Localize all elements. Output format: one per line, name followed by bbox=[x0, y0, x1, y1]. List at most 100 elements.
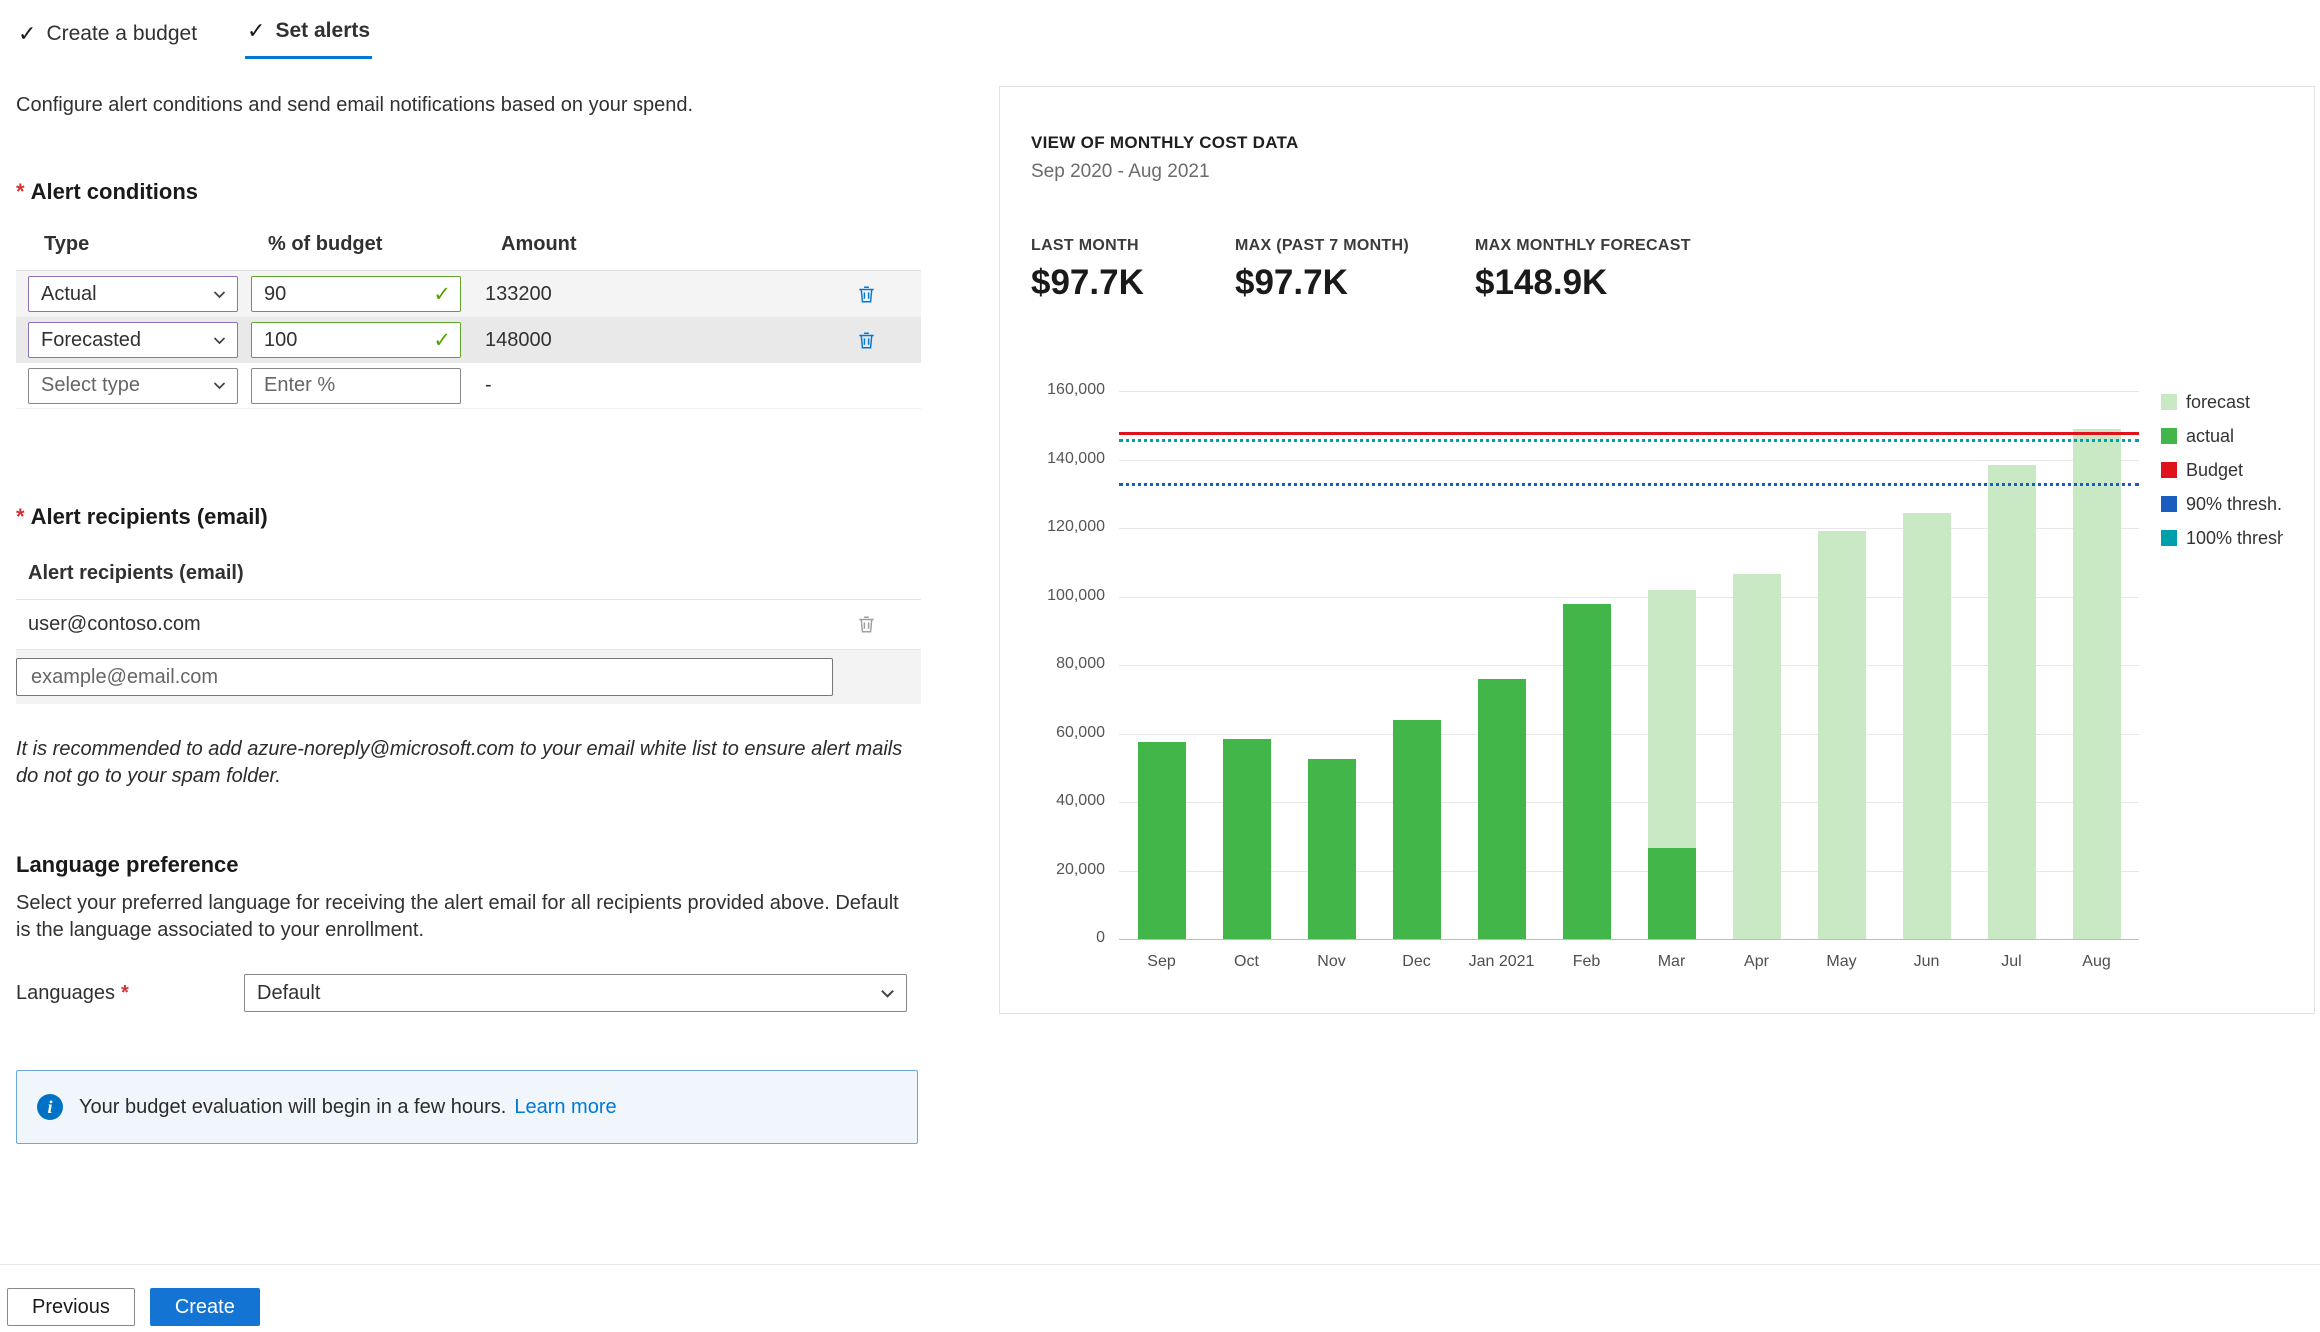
check-icon: ✓ bbox=[18, 21, 37, 46]
select-value: Actual bbox=[41, 282, 97, 305]
legend-label: actual bbox=[2186, 425, 2235, 446]
stat-value: $148.9K bbox=[1475, 263, 1608, 302]
tab-set-alerts[interactable]: ✓ Set alerts bbox=[245, 14, 373, 59]
y-tick-label: 20,000 bbox=[1056, 860, 1105, 878]
alert-recipients-heading: * Alert recipients (email) bbox=[16, 504, 921, 530]
condition-row-empty: Select type - bbox=[16, 363, 921, 409]
footer-divider bbox=[0, 1264, 2320, 1265]
select-value: Default bbox=[257, 981, 321, 1004]
bar-group bbox=[1459, 391, 1544, 939]
alert-type-select[interactable]: Select type bbox=[28, 367, 238, 404]
tab-create-a-budget[interactable]: ✓ Create a budget bbox=[16, 17, 199, 59]
y-tick-label: 120,000 bbox=[1047, 518, 1105, 535]
delete-recipient-button[interactable] bbox=[854, 612, 879, 637]
recipients-table: Alert recipients (email) user@contoso.co… bbox=[16, 548, 921, 704]
alert-type-select[interactable]: Forecasted bbox=[28, 322, 238, 358]
required-asterisk: * bbox=[16, 504, 25, 529]
create-button[interactable]: Create bbox=[149, 1288, 260, 1326]
new-recipient-email-input[interactable] bbox=[16, 658, 833, 696]
bar-group bbox=[1714, 391, 1799, 939]
bar-group bbox=[1884, 391, 1969, 939]
stat-block: MAX MONTHLY FORECAST $148.9K bbox=[1475, 237, 1691, 303]
delete-condition-button[interactable] bbox=[854, 282, 879, 307]
amount-value: 148000 bbox=[485, 328, 552, 351]
y-tick-label: 80,000 bbox=[1056, 655, 1105, 672]
bar-group bbox=[1544, 391, 1629, 939]
legend-item: 90% thresh... bbox=[2161, 493, 2283, 515]
condition-row: Actual ✓ 133200 bbox=[16, 271, 921, 317]
y-tick-label: 160,000 bbox=[1047, 381, 1105, 398]
legend-swatch bbox=[2161, 462, 2177, 478]
spam-note: It is recommended to add azure-noreply@m… bbox=[16, 738, 903, 787]
stat-label: MAX (PAST 7 MONTH) bbox=[1235, 237, 1409, 254]
actual-bar bbox=[1137, 742, 1186, 939]
bar-group bbox=[1799, 391, 1884, 939]
alert-type-select[interactable]: Actual bbox=[28, 276, 238, 312]
language-preference-heading: Language preference bbox=[16, 852, 239, 877]
legend-swatch bbox=[2161, 496, 2177, 512]
legend-label: 90% thresh... bbox=[2186, 493, 2283, 514]
legend-label: 100% thresh... bbox=[2186, 527, 2283, 548]
forecast-bar bbox=[1902, 512, 1951, 939]
heading-text: Alert conditions bbox=[30, 179, 199, 204]
required-asterisk: * bbox=[16, 179, 25, 204]
forecast-bar bbox=[1817, 531, 1866, 939]
legend-item: forecast bbox=[2161, 391, 2283, 413]
wizard-tabs: ✓ Create a budget ✓ Set alerts bbox=[16, 14, 921, 59]
chevron-down-icon bbox=[213, 382, 226, 390]
percent-of-budget-input[interactable] bbox=[251, 322, 461, 358]
intro-text: Configure alert conditions and send emai… bbox=[16, 94, 694, 116]
plot-wrap: Sep Oct Nov Dec Jan 2021 Feb Mar Apr May Jun Jul Au… bbox=[1119, 391, 2139, 971]
bar-group bbox=[1969, 391, 2054, 939]
learn-more-link[interactable]: Learn more bbox=[514, 1096, 616, 1119]
amount-value: - bbox=[485, 374, 492, 396]
forecast-bar bbox=[1732, 574, 1781, 939]
chart-region: 0 20,000 40,000 60,000 80,000 100,000 120,000 1… bbox=[1031, 381, 2283, 971]
actual-bar bbox=[1477, 678, 1526, 939]
legend-item: 100% thresh... bbox=[2161, 527, 2283, 549]
amount-value: 133200 bbox=[485, 282, 552, 305]
forecast-bar bbox=[1987, 464, 2036, 939]
stat-value: $97.7K bbox=[1031, 263, 1144, 302]
bar-group bbox=[1374, 391, 1459, 939]
x-tick-label: Aug bbox=[2082, 953, 2111, 970]
percent-of-budget-input[interactable] bbox=[251, 276, 461, 312]
tab-label: Create a budget bbox=[46, 22, 198, 45]
required-asterisk: * bbox=[120, 981, 129, 1004]
select-placeholder: Select type bbox=[41, 374, 140, 396]
percent-of-budget-input[interactable] bbox=[251, 367, 461, 404]
recipients-column-header: Alert recipients (email) bbox=[16, 548, 921, 600]
table-header: Type % of budget Amount bbox=[16, 233, 921, 271]
condition-row: Forecasted ✓ 148000 bbox=[16, 317, 921, 363]
language-row: Languages * Default bbox=[16, 974, 921, 1012]
chevron-down-icon bbox=[881, 989, 894, 998]
x-tick-label: Apr bbox=[1744, 953, 1769, 970]
legend-label: forecast bbox=[2186, 391, 2251, 412]
previous-button[interactable]: Previous bbox=[7, 1288, 135, 1326]
y-tick-label: 60,000 bbox=[1056, 723, 1105, 741]
delete-condition-button[interactable] bbox=[854, 328, 879, 353]
chart-stats: LAST MONTH $97.7K MAX (PAST 7 MONTH) $97.7K… bbox=[1031, 237, 2283, 303]
alerts-form-panel: ✓ Create a budget ✓ Set alerts Configure… bbox=[16, 14, 921, 1144]
chevron-down-icon bbox=[213, 290, 226, 298]
select-value: Forecasted bbox=[41, 328, 142, 351]
actual-bar bbox=[1647, 848, 1696, 939]
gridline bbox=[1119, 939, 2139, 940]
alert-conditions-heading: * Alert conditions bbox=[16, 179, 921, 205]
x-tick-label: Feb bbox=[1572, 953, 1601, 970]
heading-text: Alert recipients (email) bbox=[30, 504, 268, 529]
plot-area bbox=[1119, 391, 2139, 940]
y-tick-label: 100,000 bbox=[1047, 586, 1105, 604]
column-header-amount: Amount bbox=[501, 233, 577, 255]
bar-group bbox=[1289, 391, 1374, 939]
x-tick-label: Jan 2021 bbox=[1468, 953, 1535, 970]
chart-legend: forecast actual Budget 90% thresh... 100% th… bbox=[2161, 391, 2283, 971]
languages-label: Languages * bbox=[16, 982, 244, 1005]
x-axis-labels: Sep Oct Nov Dec Jan 2021 Feb Mar Apr May Jun Jul Au… bbox=[1119, 953, 2139, 971]
x-tick-label: Jul bbox=[2001, 953, 2022, 970]
recipient-input-row bbox=[16, 650, 921, 704]
check-icon: ✓ bbox=[247, 18, 266, 43]
language-select[interactable]: Default bbox=[244, 974, 907, 1012]
stat-value: $97.7K bbox=[1235, 263, 1348, 302]
trash-icon bbox=[859, 616, 874, 633]
